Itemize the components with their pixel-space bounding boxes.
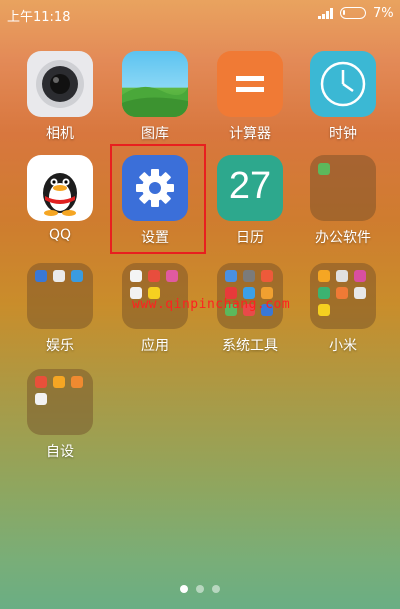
battery-percent: 7% — [373, 6, 394, 21]
folder-icon — [27, 369, 93, 435]
camera-icon — [27, 51, 93, 117]
app-label: QQ — [48, 227, 72, 243]
app-label: 相机 — [46, 126, 74, 142]
folder-icon — [122, 263, 188, 329]
watermark-text: www.qinpinchang.com — [132, 297, 291, 312]
battery-icon — [340, 7, 366, 19]
gallery-icon — [122, 51, 188, 117]
status-bar: 上午11:18 7% — [0, 0, 400, 30]
mini-app-icon — [71, 270, 83, 282]
page-dot[interactable] — [212, 585, 220, 593]
app-label: 日历 — [236, 230, 264, 246]
mini-app-icon — [166, 270, 178, 282]
mini-app-icon — [336, 270, 348, 282]
calendar-day-number: 27 — [228, 165, 272, 207]
folder-icon — [27, 263, 93, 329]
qq-penguin-icon — [27, 155, 93, 221]
mini-app-icon — [318, 287, 330, 299]
calculator-icon — [217, 51, 283, 117]
mini-app-icon — [225, 270, 237, 282]
app-label: 系统工具 — [222, 338, 278, 354]
mini-app-icon — [35, 393, 47, 405]
mini-app-icon — [336, 287, 348, 299]
status-time: 上午11:18 — [7, 10, 71, 25]
app-label: 娱乐 — [46, 338, 74, 354]
app-label: 小米 — [329, 338, 357, 354]
mini-app-icon — [318, 304, 330, 316]
mini-app-icon — [53, 270, 65, 282]
battery-level-fill — [343, 10, 345, 15]
folder-icon — [310, 155, 376, 221]
mini-app-icon — [318, 270, 330, 282]
mini-app-icon — [318, 163, 330, 175]
mini-app-icon — [35, 270, 47, 282]
mini-app-icon — [35, 376, 47, 388]
app-label: 计算器 — [229, 126, 271, 142]
app-label: 时钟 — [329, 126, 357, 142]
mini-app-icon — [354, 287, 366, 299]
calendar-icon: 27 — [217, 155, 283, 221]
folder-icon — [310, 263, 376, 329]
mini-app-icon — [53, 376, 65, 388]
signal-icon — [318, 8, 334, 19]
mini-app-icon — [243, 270, 255, 282]
app-label: 应用 — [141, 338, 169, 354]
app-label: 图库 — [141, 126, 169, 142]
mini-app-icon — [71, 376, 83, 388]
mini-app-icon — [148, 270, 160, 282]
clock-icon — [310, 51, 376, 117]
page-dot[interactable] — [196, 585, 204, 593]
app-label: 办公软件 — [315, 230, 371, 246]
app-label: 自设 — [46, 444, 74, 460]
mini-app-icon — [261, 270, 273, 282]
settings-highlight-box — [110, 144, 206, 254]
mini-app-icon — [130, 270, 142, 282]
mini-app-icon — [354, 270, 366, 282]
folder-icon — [217, 263, 283, 329]
page-indicator — [0, 585, 400, 595]
page-dot[interactable] — [180, 585, 188, 593]
